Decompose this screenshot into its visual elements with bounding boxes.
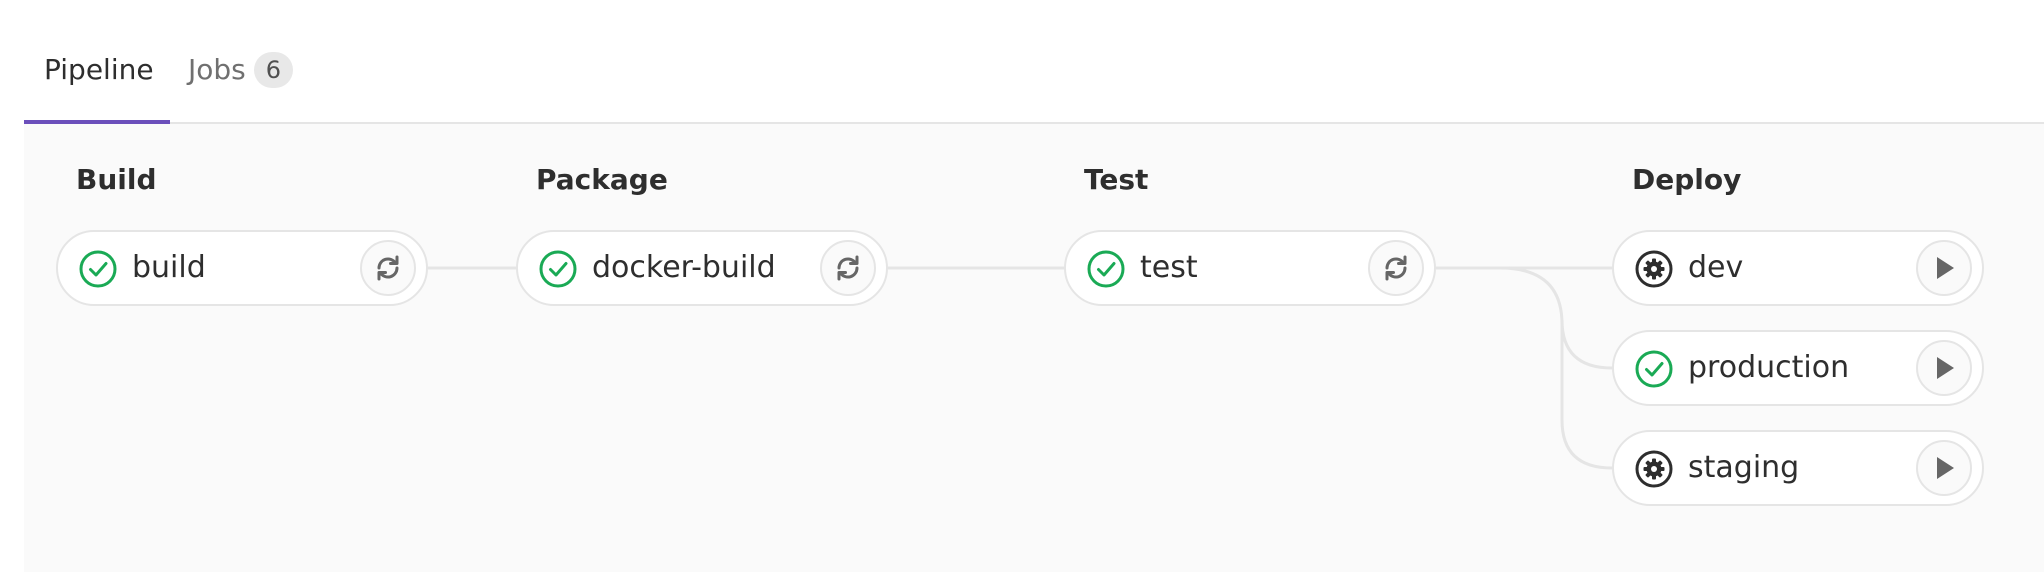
job-name: docker-build — [592, 250, 776, 285]
check-circle-icon — [1086, 249, 1126, 289]
retry-button[interactable] — [1368, 240, 1424, 296]
retry-icon — [834, 254, 862, 282]
play-icon — [1930, 454, 1958, 482]
job-production[interactable]: production — [1612, 330, 1984, 406]
retry-icon — [1382, 254, 1410, 282]
play-button[interactable] — [1916, 440, 1972, 496]
job-dev[interactable]: dev — [1612, 230, 1984, 306]
play-icon — [1930, 354, 1958, 382]
check-circle-icon — [78, 249, 118, 289]
job-name: test — [1140, 250, 1198, 285]
job-docker-build[interactable]: docker-build — [516, 230, 888, 306]
tab-jobs[interactable]: Jobs 6 — [188, 52, 294, 88]
retry-button[interactable] — [820, 240, 876, 296]
retry-button[interactable] — [360, 240, 416, 296]
job-name: dev — [1688, 250, 1744, 285]
job-name: production — [1688, 350, 1850, 385]
play-button[interactable] — [1916, 240, 1972, 296]
pipeline-tabs: Pipeline Jobs 6 — [24, 0, 2044, 124]
stage-title-package: Package — [536, 163, 668, 196]
stage-title-build: Build — [76, 163, 157, 196]
tab-jobs-label: Jobs — [188, 53, 246, 86]
job-test[interactable]: test — [1064, 230, 1436, 306]
gear-icon — [1634, 249, 1674, 289]
check-circle-icon — [538, 249, 578, 289]
pipeline-graph: Build Package Test Deploy build docker-b… — [24, 124, 2044, 572]
job-build[interactable]: build — [56, 230, 428, 306]
job-name: staging — [1688, 450, 1800, 485]
retry-icon — [374, 254, 402, 282]
play-icon — [1930, 254, 1958, 282]
job-staging[interactable]: staging — [1612, 430, 1984, 506]
tab-pipeline[interactable]: Pipeline — [44, 52, 154, 88]
stage-title-test: Test — [1084, 163, 1149, 196]
jobs-count-badge: 6 — [253, 52, 294, 88]
job-name: build — [132, 250, 206, 285]
stage-title-deploy: Deploy — [1632, 163, 1742, 196]
gear-icon — [1634, 449, 1674, 489]
play-button[interactable] — [1916, 340, 1972, 396]
check-circle-icon — [1634, 349, 1674, 389]
tab-pipeline-label: Pipeline — [44, 53, 154, 86]
